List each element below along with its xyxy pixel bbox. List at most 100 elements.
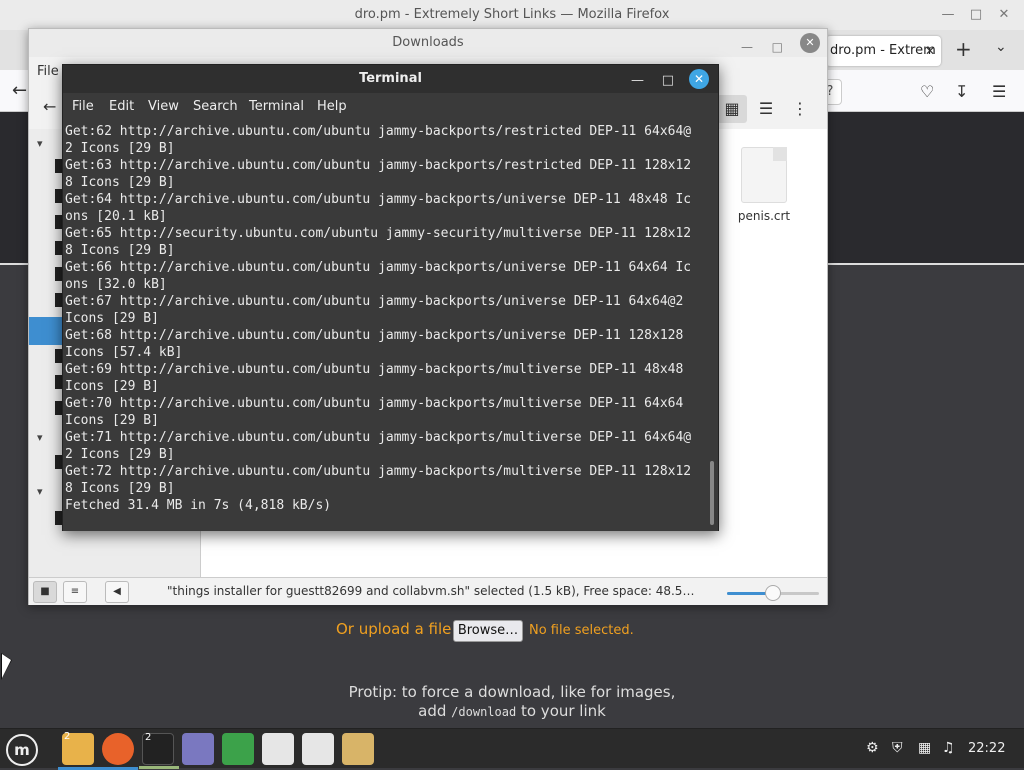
terminal-line: Get:66 http://archive.ubuntu.com/ubuntu …: [65, 260, 692, 275]
back-icon[interactable]: ←: [43, 97, 56, 116]
terminal-line: Get:72 http://archive.ubuntu.com/ubuntu …: [65, 464, 692, 479]
terminal-line: 8 Icons [29 B]: [65, 481, 175, 496]
text-editor-app-icon[interactable]: [182, 733, 214, 765]
shield-app-icon[interactable]: [222, 733, 254, 765]
terminal-scrollbar[interactable]: [710, 461, 714, 525]
minimize-icon[interactable]: —: [938, 5, 958, 25]
terminal-line: Icons [29 B]: [65, 379, 159, 394]
terminal-line: 2 Icons [29 B]: [65, 447, 175, 462]
close-icon[interactable]: ✕: [800, 33, 820, 53]
sidebar-section-chevron-icon[interactable]: ▾: [37, 485, 43, 498]
terminal-line: Fetched 31.4 MB in 7s (4,818 kB/s): [65, 498, 332, 513]
hamburger-menu-icon[interactable]: ☰: [992, 82, 1006, 101]
zoom-slider[interactable]: [727, 585, 819, 601]
maximize-icon[interactable]: □: [662, 67, 674, 95]
list-view-icon[interactable]: ☰: [751, 95, 781, 123]
terminal-title: Terminal: [359, 71, 422, 86]
back-icon[interactable]: ←: [12, 80, 27, 101]
sidebar-section-chevron-icon[interactable]: ▾: [37, 137, 43, 150]
no-file-text: No file selected.: [529, 623, 634, 638]
menu-view[interactable]: View: [148, 99, 179, 114]
terminal-line: Icons [57.4 kB]: [65, 345, 183, 360]
toggle-sidebar-icon[interactable]: ◀: [105, 581, 129, 603]
tab-dro-pm[interactable]: dro.pm - Extrem ✕: [826, 36, 941, 66]
grid-view-icon[interactable]: ▦: [717, 95, 747, 123]
terminal-line: 8 Icons [29 B]: [65, 243, 175, 258]
terminal-line: Get:65 http://security.ubuntu.com/ubuntu…: [65, 226, 692, 241]
mouse-cursor: [2, 654, 11, 678]
downloads-titlebar: Downloads — □ ✕: [29, 29, 827, 57]
protip-line1: Protip: to force a download, like for im…: [348, 683, 676, 701]
mint-menu-icon[interactable]: m: [6, 734, 38, 766]
terminal-line: Icons [29 B]: [65, 413, 159, 428]
terminal-lines: Get:62 http://archive.ubuntu.com/ubuntu …: [65, 123, 710, 514]
minimize-icon[interactable]: —: [631, 67, 644, 95]
network-icon[interactable]: ▦: [918, 740, 931, 756]
zoom-knob[interactable]: [765, 585, 781, 601]
files-badge: 2: [64, 731, 71, 742]
terminal-app-icon[interactable]: 2: [139, 732, 179, 769]
close-icon[interactable]: ✕: [994, 5, 1014, 25]
menu-search[interactable]: Search: [193, 99, 238, 114]
archive-app-icon[interactable]: [342, 733, 374, 765]
document-icon: [741, 147, 787, 203]
firefox-app-icon[interactable]: [98, 733, 138, 770]
update-icon[interactable]: ⚙: [866, 740, 879, 756]
clock[interactable]: 22:22: [968, 741, 1005, 756]
terminal-titlebar: Terminal — □ ✕: [63, 65, 718, 93]
menu-edit[interactable]: Edit: [109, 99, 134, 114]
downloads-icon[interactable]: ↧: [955, 82, 968, 101]
tree-icon[interactable]: ≡: [63, 581, 87, 603]
minimize-icon[interactable]: —: [741, 33, 753, 61]
file-name: penis.crt: [737, 209, 791, 223]
browse-button[interactable]: Browse…: [453, 620, 523, 642]
tab-label: dro.pm - Extrem: [830, 43, 936, 58]
statusbar: ■ ≡ ◀ "things installer for guestt82699 …: [29, 577, 827, 605]
shield-tray-icon[interactable]: ⛨: [892, 740, 903, 756]
close-icon[interactable]: ✕: [689, 69, 709, 89]
terminal-line: Get:71 http://archive.ubuntu.com/ubuntu …: [65, 430, 692, 445]
menu-terminal[interactable]: Terminal: [249, 99, 304, 114]
menu-file[interactable]: File: [72, 99, 94, 114]
protip-code: /download: [451, 705, 517, 719]
menu-file[interactable]: File: [37, 64, 59, 79]
pocket-icon[interactable]: ♡: [920, 82, 934, 101]
terminal-line: 2 Icons [29 B]: [65, 141, 175, 156]
downloads-title: Downloads: [392, 35, 464, 50]
protip-add: add: [418, 702, 447, 720]
terminal-line: 8 Icons [29 B]: [65, 175, 175, 190]
terminal-line: ons [32.0 kB]: [65, 277, 167, 292]
status-text: "things installer for guestt82699 and co…: [167, 584, 695, 598]
view-switcher: ▦ ☰ ⋮: [717, 95, 817, 123]
terminal-line: Get:68 http://archive.ubuntu.com/ubuntu …: [65, 328, 684, 343]
terminal-line: Get:67 http://archive.ubuntu.com/ubuntu …: [65, 294, 684, 309]
terminal-output[interactable]: Get:62 http://archive.ubuntu.com/ubuntu …: [63, 121, 718, 531]
terminal-line: Get:62 http://archive.ubuntu.com/ubuntu …: [65, 124, 692, 139]
terminal-line: Get:64 http://archive.ubuntu.com/ubuntu …: [65, 192, 692, 207]
compact-view-icon[interactable]: ⋮: [785, 95, 815, 123]
taskbar: m 2 2 ⚙ ⛨ ▦ ♫ 22:22: [0, 728, 1024, 770]
protip: Protip: to force a download, like for im…: [312, 683, 712, 722]
package-app-icon[interactable]: [302, 733, 334, 765]
tab-close-icon[interactable]: ✕: [925, 36, 935, 66]
protip-line2: add /download to your link: [312, 702, 712, 722]
sidebar-section-chevron-icon[interactable]: ▾: [37, 431, 43, 444]
terminal-line: Get:63 http://archive.ubuntu.com/ubuntu …: [65, 158, 692, 173]
maximize-icon[interactable]: □: [772, 33, 783, 61]
new-tab-button[interactable]: +: [955, 37, 972, 61]
file-item[interactable]: penis.crt: [729, 147, 799, 223]
firefox-titlebar: dro.pm - Extremely Short Links — Mozilla…: [0, 0, 1024, 30]
terminal-line: ons [20.1 kB]: [65, 209, 167, 224]
maximize-icon[interactable]: □: [966, 5, 986, 25]
package-app-icon[interactable]: [262, 733, 294, 765]
list-tabs-icon[interactable]: ⌄: [995, 39, 1007, 55]
upload-label: Or upload a file:: [336, 620, 457, 638]
terminal-line: Get:69 http://archive.ubuntu.com/ubuntu …: [65, 362, 684, 377]
terminal-window: Terminal — □ ✕ File Edit View Search Ter…: [62, 64, 719, 531]
places-icon[interactable]: ■: [33, 581, 57, 603]
terminal-badge: 2: [145, 732, 152, 743]
files-app-icon[interactable]: 2: [58, 731, 98, 770]
terminal-line: Get:70 http://archive.ubuntu.com/ubuntu …: [65, 396, 684, 411]
menu-help[interactable]: Help: [317, 99, 347, 114]
volume-icon[interactable]: ♫: [942, 740, 955, 756]
